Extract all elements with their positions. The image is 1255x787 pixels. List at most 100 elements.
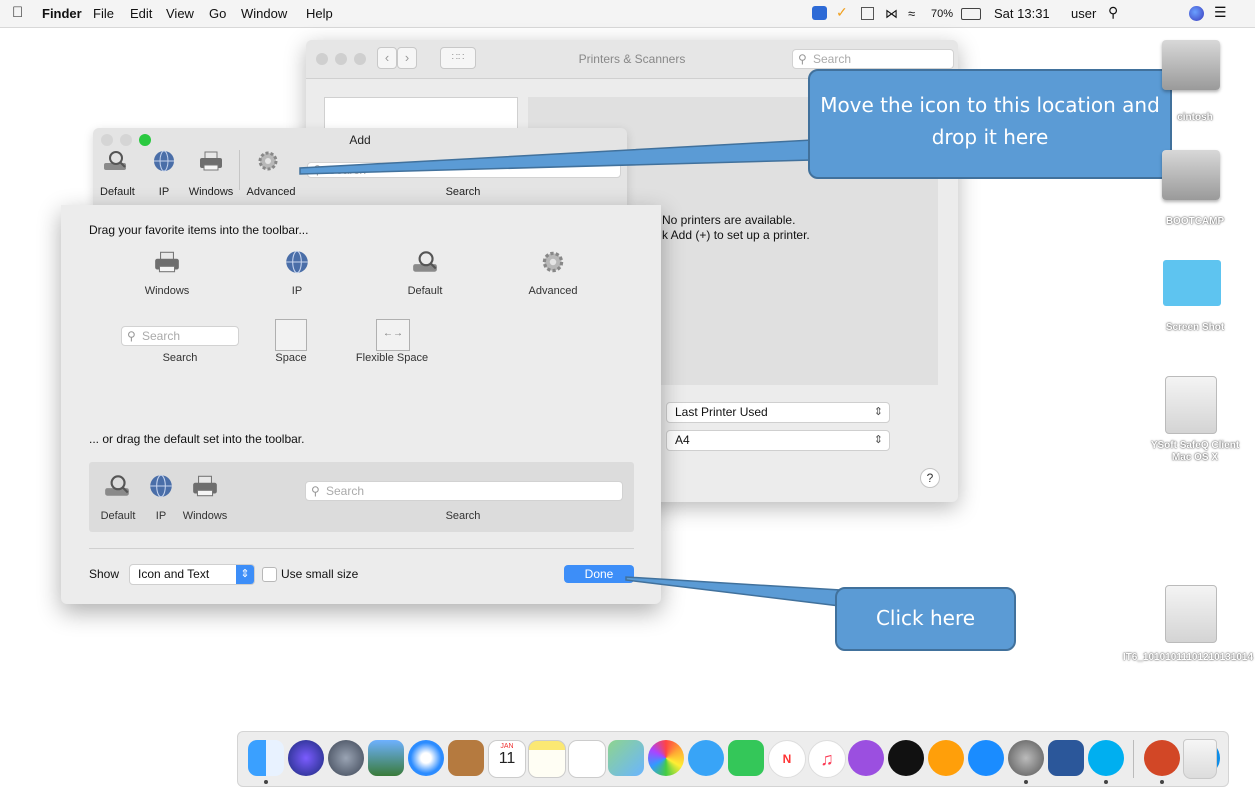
finder-icon[interactable] (248, 740, 284, 776)
folder-icon[interactable] (1163, 260, 1221, 306)
battery-percentage: 70% (931, 8, 954, 20)
small-size-checkbox[interactable] (262, 567, 277, 582)
external-drive-icon[interactable] (1165, 585, 1217, 643)
dock-divider (1133, 740, 1134, 778)
menu-window[interactable]: Window (241, 6, 287, 21)
gear-icon[interactable] (255, 150, 281, 172)
reminders-icon[interactable] (568, 740, 606, 778)
search-icon: ⚲ (127, 329, 136, 343)
toolbar-label-default: Default (100, 186, 135, 198)
word-icon[interactable] (1048, 740, 1084, 776)
desktop-label-screen-shot: Screen Shot (1165, 322, 1225, 333)
palette-label-search: Search (162, 352, 198, 364)
news-icon[interactable]: N (768, 740, 806, 778)
podcasts-icon[interactable] (848, 740, 884, 776)
space-item[interactable] (275, 319, 307, 351)
maps-icon[interactable] (608, 740, 644, 776)
printer-magnifier-icon[interactable] (102, 150, 128, 172)
printer-icon[interactable] (198, 150, 224, 172)
clock[interactable]: Sat 13:31 (994, 6, 1050, 21)
wifi-icon[interactable]: ≈ (908, 6, 915, 21)
siri-icon[interactable] (1189, 6, 1204, 21)
chevron-updown-icon: ⇕ (873, 434, 883, 446)
toolbar-label-advanced: Advanced (246, 186, 296, 198)
add-window-search-field[interactable]: ⚲ Search (307, 162, 621, 178)
external-drive-icon[interactable] (1165, 376, 1217, 434)
safari-icon[interactable] (408, 740, 444, 776)
menu-app-name[interactable]: Finder (42, 6, 82, 21)
search-icon: ⚲ (311, 484, 320, 498)
books-icon[interactable] (928, 740, 964, 776)
drag-hint: Drag your favorite items into the toolba… (89, 223, 309, 237)
globe-icon[interactable] (151, 150, 177, 172)
menu-go[interactable]: Go (209, 6, 226, 21)
search-icon: ⚲ (313, 163, 322, 177)
globe-icon[interactable] (283, 250, 311, 274)
palette-label-space: Space (275, 352, 307, 364)
calendar-icon[interactable]: JAN 11 (488, 740, 526, 778)
menu-bar:  Finder File Edit View Go Window Help ✓… (0, 0, 1255, 28)
window-search-field[interactable]: ⚲ Search (792, 49, 954, 69)
printer-icon[interactable] (153, 250, 181, 274)
powerpoint-icon[interactable] (1144, 740, 1180, 776)
apple-tv-icon[interactable] (888, 740, 924, 776)
done-button[interactable]: Done (564, 565, 634, 583)
paper-size-popup[interactable]: A4 ⇕ (666, 430, 890, 451)
click-here-callout: Click here (835, 587, 1016, 651)
teamviewer-status-icon[interactable] (812, 6, 827, 20)
contacts-icon[interactable] (448, 740, 484, 776)
user-menu[interactable]: user (1071, 6, 1096, 21)
bluetooth-icon[interactable]: ⋈ (885, 6, 898, 22)
photo-browser-icon[interactable] (368, 740, 404, 776)
photos-icon[interactable] (648, 740, 684, 776)
menu-file[interactable]: File (93, 6, 114, 21)
search-placeholder: Search (328, 163, 367, 177)
app-store-icon[interactable] (968, 740, 1004, 776)
desktop-label-bootcamp: BOOTCAMP (1165, 216, 1225, 227)
printer-magnifier-icon[interactable] (411, 250, 439, 274)
default-printer-popup[interactable]: Last Printer Used ⇕ (666, 402, 890, 423)
hard-drive-icon[interactable] (1162, 150, 1220, 200)
chevron-updown-icon: ⇕ (236, 565, 254, 584)
menu-help[interactable]: Help (306, 6, 333, 21)
notes-icon[interactable] (528, 740, 566, 778)
menu-edit[interactable]: Edit (130, 6, 152, 21)
launchpad-icon[interactable] (328, 740, 364, 776)
desktop-label-macintosh: cintosh (1177, 112, 1213, 123)
siri-icon[interactable] (288, 740, 324, 776)
trash-icon[interactable] (1183, 739, 1217, 779)
battery-icon[interactable] (961, 8, 981, 20)
skype-icon[interactable] (1088, 740, 1124, 776)
messages-icon[interactable] (688, 740, 724, 776)
default-toolbar-set[interactable]: Default IP Windows ⚲ Search Search (89, 462, 634, 532)
running-indicator (1160, 780, 1164, 784)
music-icon[interactable]: ♫ (808, 740, 846, 778)
menu-view[interactable]: View (166, 6, 194, 21)
help-button[interactable]: ? (920, 468, 940, 488)
apple-menu-icon[interactable]:  (12, 4, 23, 21)
tray-app-icon[interactable]: ✓ (836, 4, 848, 21)
hard-drive-icon[interactable] (1162, 40, 1220, 90)
running-indicator (1104, 780, 1108, 784)
printer-icon (193, 475, 217, 497)
palette-label-windows: Windows (144, 285, 190, 297)
show-mode-popup[interactable]: Icon and Text ⇕ (129, 564, 255, 585)
flexible-space-item[interactable]: ←→ (376, 319, 410, 351)
default-set-label-windows: Windows (182, 510, 228, 522)
palette-search-field[interactable]: ⚲ Search (121, 326, 239, 346)
desktop-label-it6: IT6_10101011101210131014 (1122, 652, 1254, 663)
window-title: Add (349, 133, 371, 147)
add-printer-window: Add Default IP Windows Advanced ⚲ Search… (93, 128, 627, 206)
globe-icon (150, 474, 172, 498)
search-placeholder: Search (142, 329, 181, 343)
dock: JAN 11 N ♫ (237, 731, 1229, 787)
gear-icon[interactable] (539, 250, 567, 274)
notification-center-icon[interactable]: ☰ (1214, 4, 1227, 21)
tray-box-icon[interactable] (861, 7, 874, 20)
facetime-icon[interactable] (728, 740, 764, 776)
spotlight-icon[interactable]: ⚲ (1108, 4, 1118, 21)
system-preferences-icon[interactable] (1008, 740, 1044, 776)
sheet-divider (89, 548, 634, 549)
calendar-month: JAN (500, 743, 514, 750)
palette-label-ip: IP (291, 285, 303, 297)
